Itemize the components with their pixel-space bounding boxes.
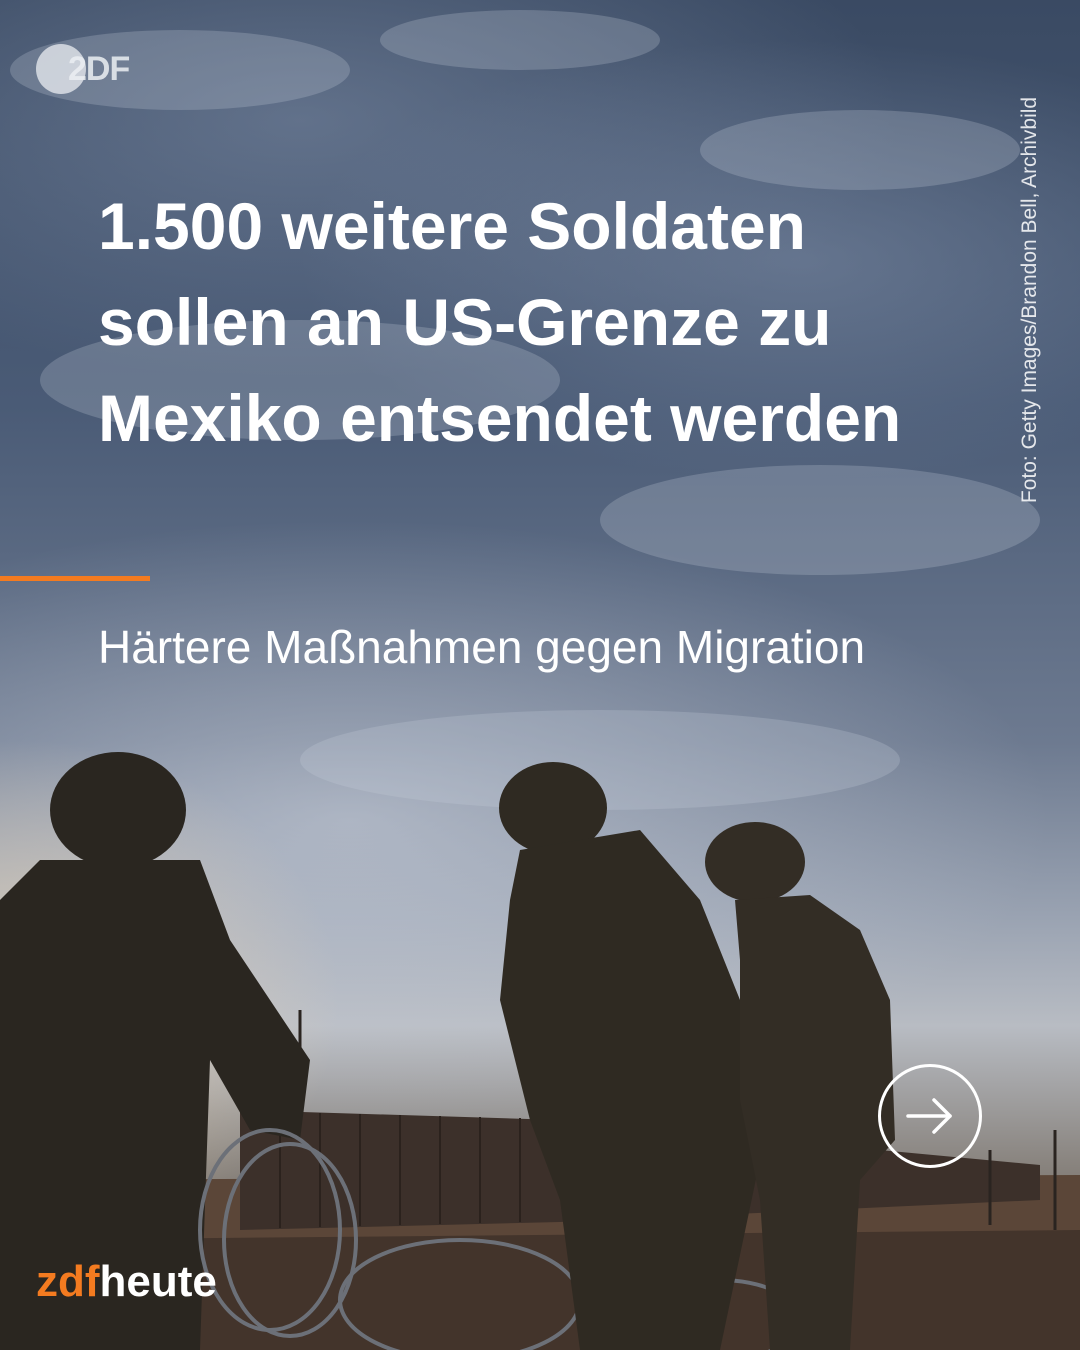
zdfheute-logo: zdfheute [36,1256,217,1316]
photo-credit: Foto: Getty Images/Brandon Bell, Archivb… [1018,96,1041,504]
zdf-logo: 2DF [36,44,146,94]
zdf-logo-text: 2DF [68,49,130,88]
brand-heute-text: heute [99,1257,217,1306]
brand-zdf-text: zdf [36,1257,100,1306]
arrow-right-icon [906,1098,952,1134]
accent-divider [0,576,150,581]
subline: Härtere Maßnahmen gegen Migration [98,621,866,673]
headline: 1.500 weitere Soldaten sollen an US-Gren… [98,189,902,455]
social-post-card: 2DF Foto: Getty Images/Brandon Bell, Arc… [0,0,1080,1350]
next-slide-button[interactable] [878,1064,982,1168]
